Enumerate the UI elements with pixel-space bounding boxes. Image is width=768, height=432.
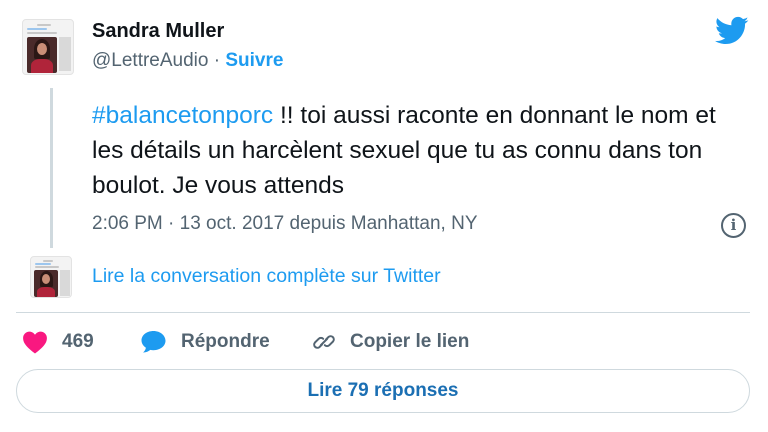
- author-handle[interactable]: @LettreAudio: [92, 50, 208, 71]
- avatar-thumb-line: [27, 32, 57, 34]
- follow-button[interactable]: Suivre: [225, 50, 283, 71]
- thread-line: [50, 88, 53, 248]
- avatar-thumb-line: [43, 260, 53, 262]
- avatar-thumb-line: [27, 28, 47, 30]
- separator-dot: ·: [213, 50, 221, 71]
- author-name[interactable]: Sandra Muller: [92, 20, 224, 43]
- profile-photo-icon: [34, 270, 58, 297]
- avatar-thumb-panel: [60, 270, 70, 296]
- read-conversation-link[interactable]: Lire la conversation complète sur Twitte…: [92, 265, 441, 288]
- author-avatar[interactable]: [22, 19, 74, 75]
- like-button[interactable]: 469: [22, 329, 94, 355]
- avatar-thumb-line: [35, 263, 51, 265]
- author-handle-row: @LettreAudio · Suivre: [92, 50, 283, 72]
- like-count: 469: [62, 331, 94, 352]
- copy-link-button[interactable]: Copier le lien: [312, 329, 469, 355]
- avatar-thumb-line: [35, 266, 59, 268]
- speech-bubble-icon: [141, 331, 166, 353]
- info-icon[interactable]: i: [721, 213, 746, 238]
- tweet-text: #balancetonporc !! toi aussi raconte en …: [92, 98, 742, 203]
- reply-label: Répondre: [181, 331, 270, 352]
- profile-photo-icon: [27, 37, 57, 73]
- avatar-thumb-line: [37, 24, 51, 26]
- copy-link-label: Copier le lien: [350, 331, 470, 352]
- conversation-avatar: [30, 256, 72, 298]
- twitter-bird-icon[interactable]: [715, 16, 749, 46]
- heart-icon: [23, 331, 47, 354]
- divider: [16, 312, 750, 313]
- hashtag-link[interactable]: #balancetonporc: [92, 102, 273, 129]
- tweet-timestamp[interactable]: 2:06 PM · 13 oct. 2017 depuis Manhattan,…: [92, 213, 478, 235]
- avatar-thumb-panel: [59, 37, 71, 71]
- read-replies-button[interactable]: Lire 79 réponses: [16, 369, 750, 413]
- reply-button[interactable]: Répondre: [140, 329, 270, 355]
- link-icon: [313, 335, 335, 349]
